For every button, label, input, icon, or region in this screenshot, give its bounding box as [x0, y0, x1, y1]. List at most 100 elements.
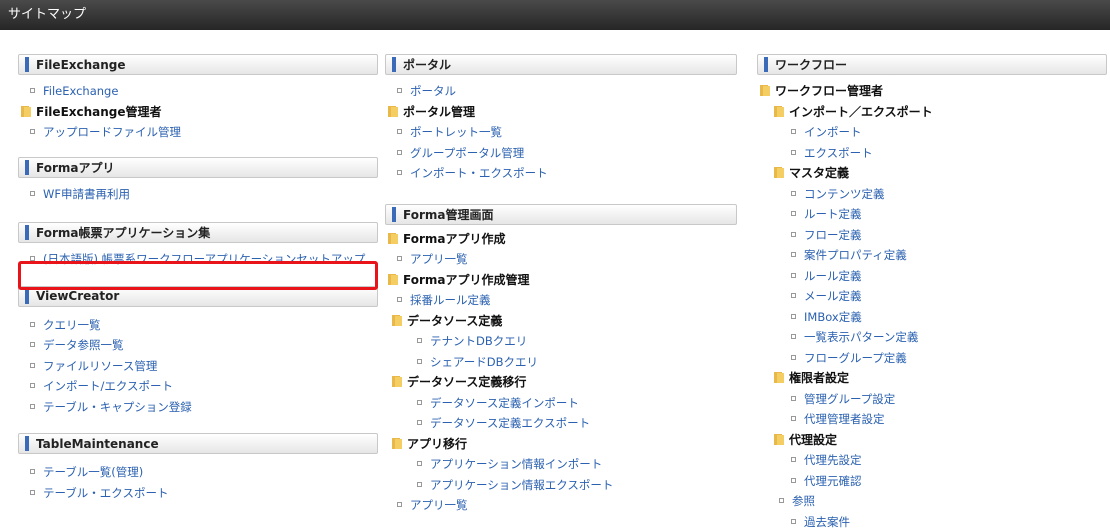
sitemap-link[interactable]: インポート・エクスポート — [385, 163, 737, 184]
sitemap-link[interactable]: 案件プロパティ定義 — [757, 245, 1107, 266]
sitemap-link[interactable]: 管理グループ設定 — [757, 389, 1107, 410]
sitemap-link[interactable]: テーブル一覧(管理) — [18, 462, 378, 483]
sitemap-link[interactable]: 参照 — [757, 491, 1107, 512]
sitemap-folder: インポート／エクスポート — [757, 102, 1107, 123]
bullet-icon — [397, 170, 402, 175]
sitemap-link[interactable]: インポート — [757, 122, 1107, 143]
bullet-icon — [417, 482, 422, 487]
sitemap-link[interactable]: テナントDBクエリ — [385, 331, 737, 352]
sitemap-folder: FileExchange管理者 — [18, 102, 378, 123]
sitemap-link[interactable]: アップロードファイル管理 — [18, 122, 378, 143]
section-title: Forma帳票アプリケーション集 — [36, 224, 210, 241]
bullet-icon — [791, 252, 796, 257]
sitemap-link[interactable]: ポートレット一覧 — [385, 122, 737, 143]
bullet-icon — [417, 359, 422, 364]
section-viewcreator: ViewCreator クエリ一覧 データ参照一覧 ファイルリソース管理 インポ… — [18, 286, 378, 418]
bullet-icon — [397, 256, 402, 261]
sitemap-link[interactable]: テーブル・キャプション登録 — [18, 397, 378, 418]
sitemap-link[interactable]: シェアードDBクエリ — [385, 352, 737, 373]
header-bar — [764, 57, 768, 72]
folder-icon — [759, 84, 771, 97]
bullet-icon — [397, 297, 402, 302]
bullet-icon — [30, 469, 35, 474]
header-bar — [392, 207, 396, 222]
section-tablemaintenance: TableMaintenance テーブル一覧(管理) テーブル・エクスポート — [18, 433, 378, 503]
section-title: FileExchange — [36, 58, 126, 72]
folder-icon — [387, 105, 399, 118]
sitemap-link[interactable]: データソース定義インポート — [385, 393, 737, 414]
sitemap-link[interactable]: フローグループ定義 — [757, 348, 1107, 369]
sitemap-link[interactable]: 採番ルール定義 — [385, 290, 737, 311]
section-title: Forma管理画面 — [403, 206, 493, 223]
sitemap-link[interactable]: 過去案件 — [757, 512, 1107, 532]
sitemap-link[interactable]: メール定義 — [757, 286, 1107, 307]
sitemap-link[interactable]: エクスポート — [757, 143, 1107, 164]
section-title: TableMaintenance — [36, 437, 159, 451]
sitemap-folder: 代理設定 — [757, 430, 1107, 451]
sitemap-link[interactable]: ルート定義 — [757, 204, 1107, 225]
sitemap-link[interactable]: アプリケーション情報エクスポート — [385, 475, 737, 496]
sitemap-link[interactable]: データソース定義エクスポート — [385, 413, 737, 434]
header-bar — [25, 160, 29, 175]
bullet-icon — [791, 314, 796, 319]
bullet-icon — [791, 191, 796, 196]
bullet-icon — [417, 420, 422, 425]
bullet-icon — [791, 457, 796, 462]
sitemap-link[interactable]: 代理先設定 — [757, 450, 1107, 471]
sitemap-link[interactable]: ファイルリソース管理 — [18, 356, 378, 377]
folder-icon — [773, 166, 785, 179]
sitemap-link[interactable]: ルール定義 — [757, 266, 1107, 287]
section-forma-app: Formaアプリ WF申請書再利用 — [18, 157, 378, 205]
bullet-icon — [30, 129, 35, 134]
sitemap-link[interactable]: FileExchange — [18, 81, 378, 102]
bullet-icon — [791, 355, 796, 360]
header-bar — [25, 436, 29, 451]
sitemap-folder: Formaアプリ作成管理 — [385, 270, 737, 291]
folder-icon — [773, 371, 785, 384]
sitemap-link[interactable]: 一覧表示パターン定義 — [757, 327, 1107, 348]
sitemap-link[interactable]: アプリケーション情報インポート — [385, 454, 737, 475]
folder-icon — [773, 433, 785, 446]
bullet-icon — [791, 293, 796, 298]
section-portal: ポータル ポータル ポータル管理 ポートレット一覧 グループポータル管理 インポ… — [385, 54, 737, 184]
bullet-icon — [417, 338, 422, 343]
sitemap-link[interactable]: テーブル・エクスポート — [18, 483, 378, 504]
bullet-icon — [791, 416, 796, 421]
sitemap-link[interactable]: アプリ一覧 — [385, 495, 737, 516]
bullet-icon — [30, 322, 35, 327]
folder-icon — [391, 437, 403, 450]
bullet-icon — [791, 129, 796, 134]
section-title: ワークフロー — [775, 56, 847, 73]
page-title: サイトマップ — [0, 0, 1110, 30]
sitemap-folder: マスタ定義 — [757, 163, 1107, 184]
sitemap-folder: 権限者設定 — [757, 368, 1107, 389]
column-2: ポータル ポータル ポータル管理 ポートレット一覧 グループポータル管理 インポ… — [385, 54, 737, 516]
sitemap-folder: アプリ移行 — [385, 434, 737, 455]
folder-icon — [20, 105, 32, 118]
bullet-icon — [417, 400, 422, 405]
section-header: ワークフロー — [757, 54, 1107, 75]
sitemap-link[interactable]: 代理管理者設定 — [757, 409, 1107, 430]
sitemap-link[interactable]: グループポータル管理 — [385, 143, 737, 164]
sitemap-link[interactable]: データ参照一覧 — [18, 335, 378, 356]
sitemap-folder: データソース定義 — [385, 311, 737, 332]
folder-icon — [391, 375, 403, 388]
section-fileexchange: FileExchange FileExchange FileExchange管理… — [18, 54, 378, 143]
sitemap-link[interactable]: フロー定義 — [757, 225, 1107, 246]
section-header: TableMaintenance — [18, 433, 378, 454]
sitemap-link[interactable]: ポータル — [385, 81, 737, 102]
bullet-icon — [30, 363, 35, 368]
sitemap-link[interactable]: コンテンツ定義 — [757, 184, 1107, 205]
sitemap-link[interactable]: インポート/エクスポート — [18, 376, 378, 397]
sitemap-link[interactable]: WF申請書再利用 — [18, 184, 378, 205]
sitemap-link[interactable]: IMBox定義 — [757, 307, 1107, 328]
section-header: Forma帳票アプリケーション集 — [18, 222, 378, 243]
sitemap-link[interactable]: 代理元確認 — [757, 471, 1107, 492]
sitemap-link[interactable]: クエリ一覧 — [18, 315, 378, 336]
section-forma-admin: Forma管理画面 Formaアプリ作成 アプリ一覧 Formaアプリ作成管理 … — [385, 204, 737, 516]
bullet-icon — [791, 273, 796, 278]
bullet-icon — [791, 478, 796, 483]
header-bar — [392, 57, 396, 72]
sitemap-link[interactable]: アプリ一覧 — [385, 249, 737, 270]
bullet-icon — [30, 191, 35, 196]
